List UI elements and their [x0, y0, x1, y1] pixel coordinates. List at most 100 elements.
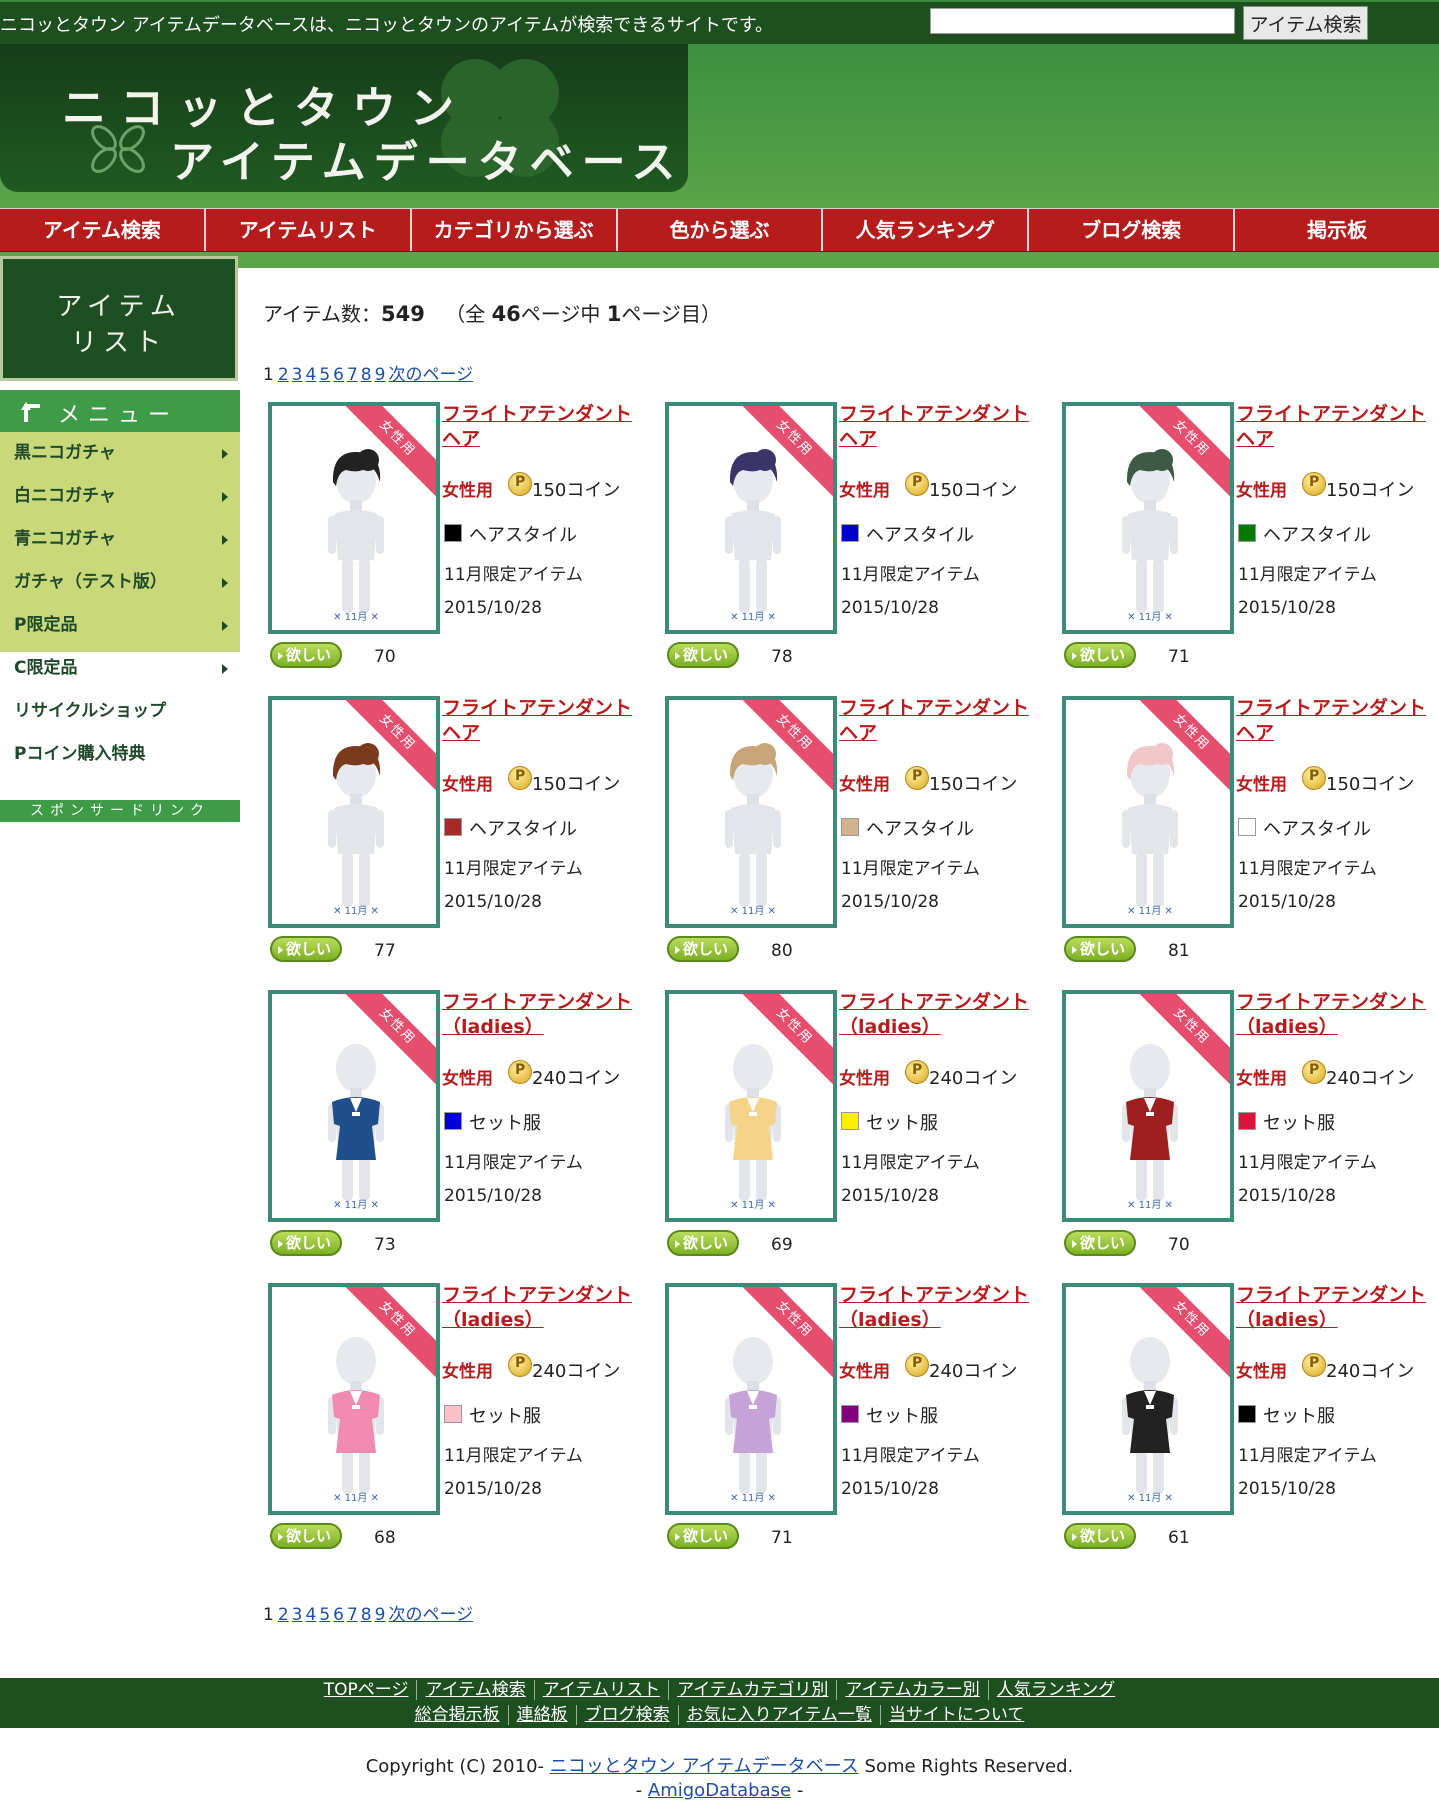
- item-name-link[interactable]: フライトアテンダント（ladies）: [1236, 990, 1436, 1040]
- pager-page-link[interactable]: 5: [319, 365, 330, 385]
- footer-link[interactable]: 当サイトについて: [881, 1705, 1033, 1725]
- footer-link[interactable]: アイテムカラー別: [837, 1680, 989, 1700]
- nav-item-category[interactable]: カテゴリから選ぶ: [412, 209, 618, 251]
- pager-page-link[interactable]: 2: [278, 365, 289, 385]
- nav-item-board[interactable]: 掲示板: [1235, 209, 1439, 251]
- svg-text:✕ 11月 ✕: ✕ 11月 ✕: [730, 611, 776, 623]
- item-image[interactable]: ✕ 11月 ✕ 女性用: [1062, 1283, 1234, 1515]
- footer-link[interactable]: TOPページ: [315, 1680, 418, 1700]
- item-name-link[interactable]: フライトアテンダント（ladies）: [839, 1283, 1039, 1333]
- item-card: ✕ 11月 ✕女性用フライトアテンダントヘア女性用 150コインヘアスタイル 11月…: [663, 696, 1043, 981]
- sidebar-menu-item[interactable]: ガチャ（テスト版）: [0, 561, 240, 604]
- search-input[interactable]: [930, 8, 1235, 34]
- want-button[interactable]: 欲しい: [667, 642, 739, 668]
- want-button[interactable]: 欲しい: [1064, 1523, 1136, 1549]
- copyright-site-link[interactable]: ニコッとタウン アイテムデータベース: [550, 1756, 859, 1777]
- site-logo[interactable]: ニコッとタウン アイテムデータベース: [0, 44, 688, 192]
- nav-item-search[interactable]: アイテム検索: [0, 209, 206, 251]
- want-button[interactable]: 欲しい: [1064, 642, 1136, 668]
- footer-link[interactable]: ブログ検索: [576, 1705, 679, 1725]
- want-button[interactable]: 欲しい: [270, 1523, 342, 1549]
- pager-page-link[interactable]: 9: [375, 365, 386, 385]
- nav-item-list[interactable]: アイテムリスト: [206, 209, 412, 251]
- item-category: ヘアスタイル: [469, 525, 577, 546]
- item-image[interactable]: ✕ 11月 ✕ 女性用: [665, 990, 837, 1222]
- pager-next-link[interactable]: 次のページ: [388, 1605, 473, 1625]
- want-button[interactable]: 欲しい: [1064, 936, 1136, 962]
- item-name-link[interactable]: フライトアテンダントヘア: [839, 402, 1039, 452]
- pager-page-link[interactable]: 4: [305, 365, 316, 385]
- item-name-link[interactable]: フライトアテンダント（ladies）: [442, 990, 642, 1040]
- pager-next-link[interactable]: 次のページ: [388, 365, 473, 385]
- sidebar-menu-item[interactable]: C限定品: [0, 647, 240, 690]
- sidebar-menu-item[interactable]: 青ニコガチャ: [0, 518, 240, 561]
- nav-item-ranking[interactable]: 人気ランキング: [823, 209, 1030, 251]
- item-name-link[interactable]: フライトアテンダントヘア: [442, 696, 642, 746]
- item-image[interactable]: ✕ 11月 ✕ 女性用: [665, 696, 837, 928]
- item-name-link[interactable]: フライトアテンダント（ladies）: [839, 990, 1039, 1040]
- item-image[interactable]: ✕ 11月 ✕ 女性用: [1062, 990, 1234, 1222]
- item-image[interactable]: ✕ 11月 ✕ 女性用: [268, 1283, 440, 1515]
- pager-page-link[interactable]: 6: [333, 365, 344, 385]
- amigo-database-link[interactable]: AmigoDatabase: [648, 1780, 791, 1801]
- color-swatch: [444, 1112, 462, 1130]
- item-name-link[interactable]: フライトアテンダント（ladies）: [442, 1283, 642, 1333]
- count-prefix: アイテム数：: [263, 302, 381, 326]
- item-image[interactable]: ✕ 11月 ✕ 女性用: [268, 696, 440, 928]
- svg-text:✕ 11月 ✕: ✕ 11月 ✕: [730, 1199, 776, 1211]
- item-image[interactable]: ✕ 11月 ✕ 女性用: [268, 402, 440, 634]
- footer-link[interactable]: アイテムリスト: [534, 1680, 670, 1700]
- item-name-link[interactable]: フライトアテンダント（ladies）: [1236, 1283, 1436, 1333]
- footer-link[interactable]: 人気ランキング: [989, 1680, 1124, 1700]
- sidebar-menu-label: リサイクルショップ: [14, 701, 167, 721]
- item-image[interactable]: ✕ 11月 ✕ 女性用: [268, 990, 440, 1222]
- sidebar-menu-item[interactable]: Pコイン購入特典: [0, 733, 240, 776]
- footer-link[interactable]: お気に入りアイテム一覧: [678, 1705, 881, 1725]
- pager-page-link[interactable]: 3: [292, 1605, 303, 1625]
- item-gender: 女性用: [442, 1069, 493, 1089]
- want-button[interactable]: 欲しい: [667, 936, 739, 962]
- pager-top: 1 2 3 4 5 6 7 8 9 次のページ: [263, 360, 476, 385]
- pager-page-link[interactable]: 7: [347, 1605, 358, 1625]
- footer-link[interactable]: 総合掲示板: [406, 1705, 509, 1725]
- sidebar-menu-item[interactable]: 白ニコガチャ: [0, 475, 240, 518]
- item-name-link[interactable]: フライトアテンダントヘア: [1236, 402, 1436, 452]
- want-button[interactable]: 欲しい: [667, 1230, 739, 1256]
- nav-item-blog-search[interactable]: ブログ検索: [1029, 209, 1236, 251]
- want-button[interactable]: 欲しい: [1064, 1230, 1136, 1256]
- pager-page-link[interactable]: 5: [319, 1605, 330, 1625]
- chevron-right-icon: [222, 535, 228, 545]
- want-button[interactable]: 欲しい: [270, 1230, 342, 1256]
- search-button[interactable]: アイテム検索: [1243, 6, 1368, 40]
- footer-link[interactable]: 連絡板: [508, 1705, 577, 1725]
- pager-page-link[interactable]: 4: [305, 1605, 316, 1625]
- item-image[interactable]: ✕ 11月 ✕ 女性用: [1062, 696, 1234, 928]
- pager-page-link[interactable]: 7: [347, 365, 358, 385]
- footer-link[interactable]: アイテム検索: [417, 1680, 535, 1700]
- pager-page-link[interactable]: 3: [292, 365, 303, 385]
- item-image[interactable]: ✕ 11月 ✕ 女性用: [665, 1283, 837, 1515]
- sidebar-menu-label: Pコイン購入特典: [14, 744, 146, 764]
- nav-item-color[interactable]: 色から選ぶ: [618, 209, 824, 251]
- pager-page-link[interactable]: 9: [375, 1605, 386, 1625]
- item-image[interactable]: ✕ 11月 ✕ 女性用: [1062, 402, 1234, 634]
- sidebar-menu-item[interactable]: 黒ニコガチャ: [0, 432, 240, 475]
- footer-link[interactable]: アイテムカテゴリ別: [669, 1680, 838, 1700]
- sidebar-menu-item[interactable]: リサイクルショップ: [0, 690, 240, 733]
- want-button[interactable]: 欲しい: [270, 642, 342, 668]
- item-image[interactable]: ✕ 11月 ✕ 女性用: [665, 402, 837, 634]
- sidebar-menu-item[interactable]: P限定品: [0, 604, 240, 647]
- want-button[interactable]: 欲しい: [270, 936, 342, 962]
- pager-bottom: 1 2 3 4 5 6 7 8 9 次のページ: [263, 1600, 476, 1625]
- item-name-link[interactable]: フライトアテンダントヘア: [839, 696, 1039, 746]
- svg-text:✕ 11月 ✕: ✕ 11月 ✕: [1127, 1199, 1173, 1211]
- item-name-link[interactable]: フライトアテンダントヘア: [1236, 696, 1436, 746]
- pager-page-link[interactable]: 2: [278, 1605, 289, 1625]
- item-name-link[interactable]: フライトアテンダントヘア: [442, 402, 642, 452]
- outfit-preview: ✕ 11月 ✕: [1122, 1337, 1178, 1504]
- pager-page-link[interactable]: 8: [361, 365, 372, 385]
- want-button[interactable]: 欲しい: [667, 1523, 739, 1549]
- pager-page-link[interactable]: 8: [361, 1605, 372, 1625]
- pager-page-link[interactable]: 6: [333, 1605, 344, 1625]
- item-price: 240コイン: [929, 1068, 1018, 1089]
